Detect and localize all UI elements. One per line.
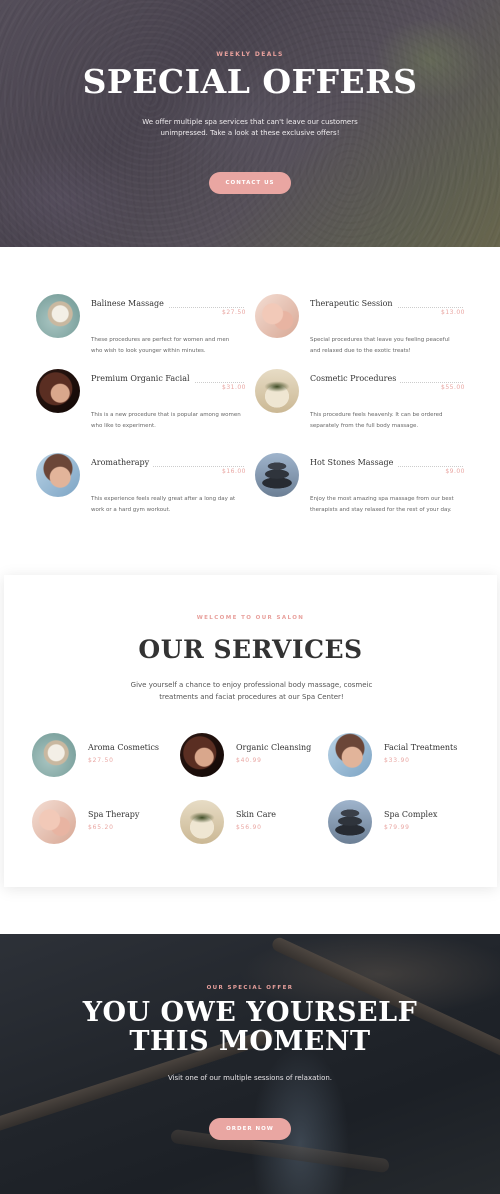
- price-item-description: This experience feels really great after…: [91, 496, 236, 513]
- price-item-name: Therapeutic Session: [310, 299, 397, 308]
- order-now-button[interactable]: ORDER NOW: [209, 1118, 291, 1140]
- price-item-description: This is a new procedure that is popular …: [91, 412, 241, 429]
- service-name: Aroma Cosmetics: [88, 743, 160, 752]
- woman-relaxing-photo: [36, 453, 80, 497]
- price-item-description: Enjoy the most amazing spa massage from …: [310, 496, 454, 513]
- woman-portrait-photo: [36, 369, 80, 413]
- banner-eyebrow: OUR SPECIAL OFFER: [206, 985, 294, 991]
- banner-description: Visit one of our multiple sessions of re…: [167, 1074, 333, 1082]
- service-item[interactable]: Spa Therapy $65.20: [32, 800, 172, 846]
- hero-description: We offer multiple spa services that can'…: [142, 118, 358, 137]
- services-title: OUR SERVICES: [138, 635, 363, 664]
- service-item[interactable]: Spa Complex $79.99: [328, 800, 468, 846]
- herbal-cream-photo: [180, 800, 224, 844]
- price-item[interactable]: Therapeutic Session $13.00 Special proce…: [255, 294, 465, 364]
- service-item[interactable]: Aroma Cosmetics $27.50: [32, 733, 172, 779]
- banner-title: YOU OWE YOURSELF THIS MOMENT: [0, 998, 500, 1056]
- services-card: WELCOME TO OUR SALON OUR SERVICES Give y…: [4, 575, 497, 887]
- price-item-price: $31.00: [219, 384, 246, 391]
- service-name: Facial Treatments: [384, 743, 458, 752]
- service-item[interactable]: Facial Treatments $33.90: [328, 733, 468, 779]
- price-item[interactable]: Cosmetic Procedures $55.00 This procedur…: [255, 369, 465, 439]
- service-item[interactable]: Organic Cleansing $40.99: [180, 733, 320, 779]
- price-item-description: This procedure feels heavenly. It can be…: [310, 412, 443, 429]
- service-name: Skin Care: [236, 810, 277, 819]
- price-item-description: These procedures are perfect for women a…: [91, 337, 230, 354]
- hero-eyebrow: WEEKLY DEALS: [216, 51, 284, 58]
- price-item[interactable]: Aromatherapy $16.00 This experience feel…: [36, 453, 246, 523]
- hero-title: SPECIAL OFFERS: [82, 62, 418, 101]
- price-item[interactable]: Balinese Massage $27.50 These procedures…: [36, 294, 246, 364]
- stacked-stones-photo: [328, 800, 372, 844]
- service-item[interactable]: Skin Care $56.90: [180, 800, 320, 846]
- special-offer-banner: OUR SPECIAL OFFER YOU OWE YOURSELF THIS …: [0, 934, 500, 1194]
- price-item-name: Aromatherapy: [91, 458, 154, 467]
- service-name: Organic Cleansing: [236, 743, 312, 752]
- services-description: Give yourself a chance to enjoy professi…: [130, 681, 373, 701]
- price-item-name: Hot Stones Massage: [310, 458, 398, 467]
- price-item-price: $9.00: [442, 468, 465, 475]
- service-price: $65.20: [88, 824, 114, 831]
- service-price: $27.50: [88, 757, 114, 764]
- herbal-cream-photo: [255, 369, 299, 413]
- price-item-price: $13.00: [438, 309, 465, 316]
- service-price: $40.99: [236, 757, 262, 764]
- price-item-price: $16.00: [219, 468, 246, 475]
- price-item-name: Balinese Massage: [91, 299, 168, 308]
- price-item[interactable]: Premium Organic Facial $31.00 This is a …: [36, 369, 246, 439]
- services-eyebrow: WELCOME TO OUR SALON: [196, 615, 305, 621]
- service-name: Spa Complex: [384, 810, 438, 819]
- price-item-name: Cosmetic Procedures: [310, 374, 401, 383]
- contact-us-button[interactable]: CONTACT US: [209, 172, 291, 194]
- massage-photo: [255, 294, 299, 338]
- stacked-stones-photo: [255, 453, 299, 497]
- spa-bowl-photo: [36, 294, 80, 338]
- massage-photo: [32, 800, 76, 844]
- banner-title-line: YOU OWE YOURSELF: [82, 997, 418, 1028]
- price-item-price: $55.00: [438, 384, 465, 391]
- service-price: $56.90: [236, 824, 262, 831]
- woman-portrait-photo: [180, 733, 224, 777]
- spa-bowl-photo: [32, 733, 76, 777]
- price-item-price: $27.50: [219, 309, 246, 316]
- price-item-name: Premium Organic Facial: [91, 374, 194, 383]
- banner-title-line: THIS MOMENT: [129, 1026, 371, 1057]
- price-item-description: Special procedures that leave you feelin…: [310, 337, 450, 354]
- price-item[interactable]: Hot Stones Massage $9.00 Enjoy the most …: [255, 453, 465, 523]
- service-price: $79.99: [384, 824, 410, 831]
- service-name: Spa Therapy: [88, 810, 140, 819]
- hero-section: WEEKLY DEALS SPECIAL OFFERS We offer mul…: [0, 0, 500, 247]
- woman-relaxing-photo: [328, 733, 372, 777]
- service-price: $33.90: [384, 757, 410, 764]
